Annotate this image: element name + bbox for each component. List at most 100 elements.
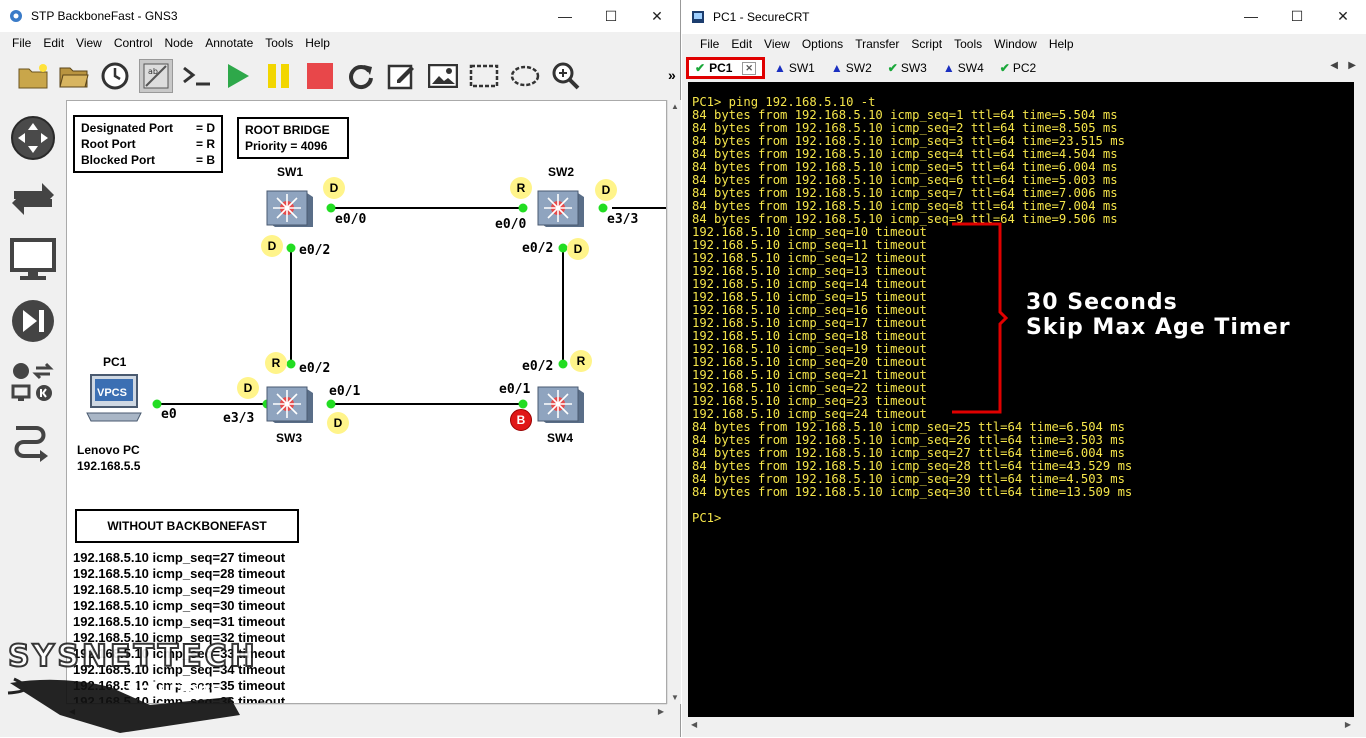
tab-scroll-left-icon[interactable]: ◀	[1330, 60, 1338, 71]
menu-node[interactable]: Node	[159, 36, 200, 50]
pause-icon	[268, 64, 289, 88]
crt-menu-file[interactable]: File	[694, 37, 725, 51]
crt-scroll-right-arrow[interactable]: ▶	[1345, 720, 1351, 729]
legend-designated-value: = D	[195, 121, 215, 135]
all-devices-icon	[11, 362, 54, 401]
canvas-vertical-scrollbar[interactable]: ▲ ▼	[667, 100, 681, 704]
crt-scroll-left-arrow[interactable]: ◀	[691, 720, 697, 729]
tab-sw4[interactable]: ▲ SW4	[936, 57, 991, 79]
menu-tools[interactable]: Tools	[259, 36, 299, 50]
draw-ellipse-button[interactable]	[508, 59, 542, 93]
switches-category-button[interactable]	[9, 175, 57, 223]
check-icon: ✔	[887, 61, 898, 75]
edit-note-icon	[387, 64, 414, 90]
crt-close-button[interactable]: ✕	[1320, 0, 1366, 32]
rectangle-icon	[469, 64, 499, 88]
menu-control[interactable]: Control	[108, 36, 159, 50]
tab-close-icon[interactable]: ✕	[742, 61, 756, 75]
crt-menu-view[interactable]: View	[758, 37, 796, 51]
stop-all-button[interactable]	[303, 59, 337, 93]
interface-labels-icon: ab	[143, 63, 169, 89]
crt-menu-tools[interactable]: Tools	[948, 37, 988, 51]
menu-file[interactable]: File	[6, 36, 37, 50]
suspend-all-button[interactable]	[262, 59, 296, 93]
menu-edit[interactable]: Edit	[37, 36, 70, 50]
badge-sw2-e02-designated: D	[567, 238, 589, 260]
console-all-button[interactable]	[180, 59, 214, 93]
badge-sw1-e02-designated: D	[261, 235, 283, 257]
terminal-output[interactable]: PC1> ping 192.168.5.10 -t 84 bytes from 1…	[688, 82, 1354, 717]
tab-sw1[interactable]: ▲ SW1	[767, 57, 822, 79]
terminal-line: PC1>	[692, 511, 722, 525]
svg-text:ab: ab	[148, 67, 158, 76]
stop-icon	[307, 63, 333, 89]
zoom-button[interactable]	[549, 59, 583, 93]
root-bridge-title: ROOT BRIDGE	[245, 123, 330, 137]
reload-all-button[interactable]	[344, 59, 378, 93]
snapshot-button[interactable]	[98, 59, 132, 93]
badge-sw3-e01-designated: D	[327, 412, 349, 434]
end-devices-category-button[interactable]	[9, 236, 57, 284]
play-pause-circle-icon	[12, 300, 54, 342]
tab-label: SW2	[845, 61, 872, 75]
tab-scroll-right-icon[interactable]: ▶	[1348, 60, 1356, 71]
log-line: 192.168.5.10 icmp_seq=31 timeout	[73, 614, 286, 629]
crt-window-title: PC1 - SecureCRT	[713, 10, 810, 24]
scroll-up-arrow[interactable]: ▲	[671, 102, 679, 111]
menu-view[interactable]: View	[70, 36, 108, 50]
start-all-button[interactable]	[221, 59, 255, 93]
sw1-label: SW1	[277, 165, 304, 179]
port-sw4-e02: e0/2	[522, 359, 554, 374]
tab-pc1[interactable]: ✔ PC1 ✕	[686, 57, 765, 79]
draw-rectangle-button[interactable]	[467, 59, 501, 93]
add-note-button[interactable]	[385, 59, 419, 93]
open-project-button[interactable]	[57, 59, 91, 93]
switch-sw1[interactable]	[265, 185, 315, 231]
show-interface-labels-button[interactable]: ab	[139, 59, 173, 93]
topology-canvas[interactable]: Designated Port = D Root Port = R Blocked …	[66, 100, 667, 704]
port-sw1-e00: e0/0	[335, 212, 367, 227]
legend-blocked-value: = B	[195, 153, 215, 167]
tab-sw2[interactable]: ▲ SW2	[824, 57, 879, 79]
switch-sw3[interactable]	[265, 381, 315, 427]
badge-sw4-e02-root: R	[570, 350, 592, 372]
crt-menu-transfer[interactable]: Transfer	[849, 37, 905, 51]
new-project-button[interactable]	[16, 59, 50, 93]
scroll-down-arrow[interactable]: ▼	[671, 693, 679, 702]
menu-annotate[interactable]: Annotate	[199, 36, 259, 50]
maximize-button[interactable]: ☐	[588, 0, 634, 32]
tab-label: SW4	[957, 61, 984, 75]
toolbar-overflow-button[interactable]: »	[668, 67, 676, 83]
crt-maximize-button[interactable]: ☐	[1274, 0, 1320, 32]
switch-sw4[interactable]	[536, 381, 586, 427]
badge-sw3-e02-root: R	[265, 352, 287, 374]
switch-sw2[interactable]	[536, 185, 586, 231]
crt-minimize-button[interactable]: —	[1228, 0, 1274, 32]
badge-sw2-e33-designated: D	[595, 179, 617, 201]
terminal-horizontal-scrollbar[interactable]: ◀ ▶	[688, 717, 1354, 733]
menu-help[interactable]: Help	[299, 36, 336, 50]
crt-menu-edit[interactable]: Edit	[725, 37, 758, 51]
minimize-button[interactable]: —	[542, 0, 588, 32]
pc-name-label: Lenovo PC	[77, 443, 140, 457]
close-button[interactable]: ✕	[634, 0, 680, 32]
tab-sw3[interactable]: ✔ SW3	[881, 57, 934, 79]
crt-menu-window[interactable]: Window	[988, 37, 1043, 51]
tab-pc2[interactable]: ✔ PC2	[993, 57, 1043, 79]
crt-menu-options[interactable]: Options	[796, 37, 849, 51]
crt-titlebar[interactable]: PC1 - SecureCRT — ☐ ✕	[682, 0, 1366, 34]
port-sw3-e33: e3/3	[223, 411, 255, 426]
all-devices-category-button[interactable]	[9, 358, 57, 406]
picture-icon	[428, 64, 458, 88]
routers-category-button[interactable]	[9, 114, 57, 162]
add-link-button[interactable]	[9, 419, 57, 467]
gns3-window-title: STP BackboneFast - GNS3	[31, 9, 178, 23]
folder-open-icon	[59, 67, 89, 88]
crt-menu-help[interactable]: Help	[1043, 37, 1080, 51]
scroll-right-arrow[interactable]: ▶	[658, 707, 664, 716]
security-devices-category-button[interactable]	[9, 297, 57, 345]
crt-menu-script[interactable]: Script	[905, 37, 948, 51]
check-icon: ✔	[999, 61, 1010, 75]
insert-picture-button[interactable]	[426, 59, 460, 93]
gns3-titlebar[interactable]: STP BackboneFast - GNS3 — ☐ ✕	[0, 0, 680, 32]
